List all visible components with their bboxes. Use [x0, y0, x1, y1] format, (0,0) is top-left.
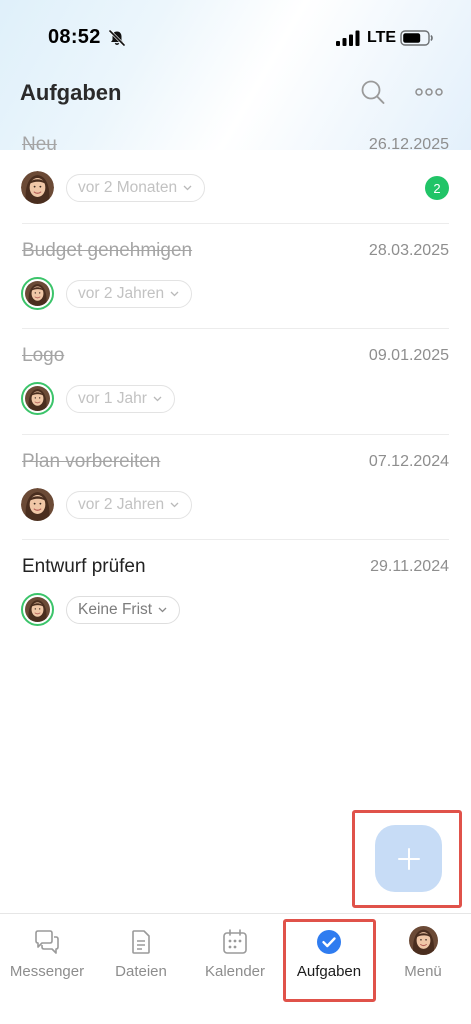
avatar [21, 382, 54, 415]
deadline-chip[interactable]: vor 2 Jahren [66, 279, 193, 308]
document-icon [132, 930, 150, 954]
task-title: Budget genehmigen [22, 239, 193, 261]
chevron-down-icon [183, 185, 192, 191]
task-list: Neu 26.12.2025 vor 2 Monaten 2 Budget ge… [0, 118, 471, 646]
nav-highlight-frame [283, 919, 376, 1002]
avatar [21, 593, 54, 626]
status-bar: 08:52 LTE [0, 0, 471, 76]
task-date: 09.01.2025 [368, 347, 449, 364]
nav-item-messenger[interactable]: Messenger [0, 914, 94, 1004]
nav-item-dateien[interactable]: Dateien [94, 914, 188, 1004]
task-item[interactable]: Logo 09.01.2025 vor 1 Jahr [0, 329, 471, 435]
nav-item-menu[interactable]: Menü [376, 914, 470, 1004]
task-title: Entwurf prüfen [22, 556, 146, 577]
deadline-label: vor 2 Monaten [78, 179, 178, 196]
deadline-chip[interactable]: Keine Frist [66, 596, 181, 624]
task-item[interactable]: Neu 26.12.2025 vor 2 Monaten 2 [0, 118, 471, 224]
task-date: 26.12.2025 [368, 136, 449, 153]
deadline-chip[interactable]: vor 1 Jahr [66, 385, 175, 413]
status-badge: 2 [425, 176, 449, 200]
add-task-button[interactable] [375, 825, 442, 892]
chevron-down-icon [158, 607, 167, 613]
task-title: Neu [22, 134, 57, 155]
calendar-icon [223, 929, 247, 954]
nav-item-kalender[interactable]: Kalender [188, 914, 282, 1004]
deadline-chip[interactable]: vor 2 Monaten [66, 174, 206, 202]
nav-label: Menü [404, 963, 442, 980]
bottom-nav: Messenger Dateien Kalender Aufgaben Menü [0, 913, 471, 1024]
nav-label: Messenger [9, 963, 85, 980]
task-title: Plan vorbereiten [22, 450, 161, 472]
deadline-label: Keine Frist [78, 601, 153, 618]
page-title: Aufgaben [20, 80, 122, 105]
chevron-down-icon [170, 502, 179, 507]
avatar [409, 926, 438, 955]
task-item[interactable]: Budget genehmigen 28.03.2025 vor 2 Jahre… [0, 224, 471, 330]
nav-label: Dateien [115, 963, 167, 980]
signal-icon [336, 30, 360, 46]
task-date: 29.11.2024 [370, 558, 449, 575]
search-icon[interactable] [360, 78, 386, 106]
deadline-label: vor 2 Jahren [78, 495, 165, 513]
more-icon[interactable] [414, 82, 444, 102]
task-item[interactable]: Entwurf prüfen 29.11.2024 Keine Frist [0, 540, 471, 646]
task-date: 28.03.2025 [368, 241, 449, 259]
deadline-chip[interactable]: vor 2 Jahren [66, 490, 193, 519]
bell-off-icon [108, 29, 126, 47]
network-type: LTE [367, 29, 397, 46]
task-date: 07.12.2024 [368, 452, 449, 470]
chevron-down-icon [170, 291, 179, 296]
deadline-label: vor 1 Jahr [78, 390, 147, 407]
battery-icon [400, 30, 433, 46]
deadline-label: vor 2 Jahren [78, 284, 165, 302]
avatar [21, 171, 54, 204]
task-item[interactable]: Plan vorbereiten 07.12.2024 vor 2 Jahren [0, 435, 471, 541]
plus-icon [397, 847, 420, 870]
chevron-down-icon [153, 396, 162, 402]
avatar [21, 488, 54, 521]
chat-icon [35, 930, 59, 954]
nav-label: Kalender [204, 963, 266, 980]
task-title: Logo [22, 345, 65, 366]
status-time: 08:52 [48, 26, 101, 48]
avatar [21, 276, 54, 310]
